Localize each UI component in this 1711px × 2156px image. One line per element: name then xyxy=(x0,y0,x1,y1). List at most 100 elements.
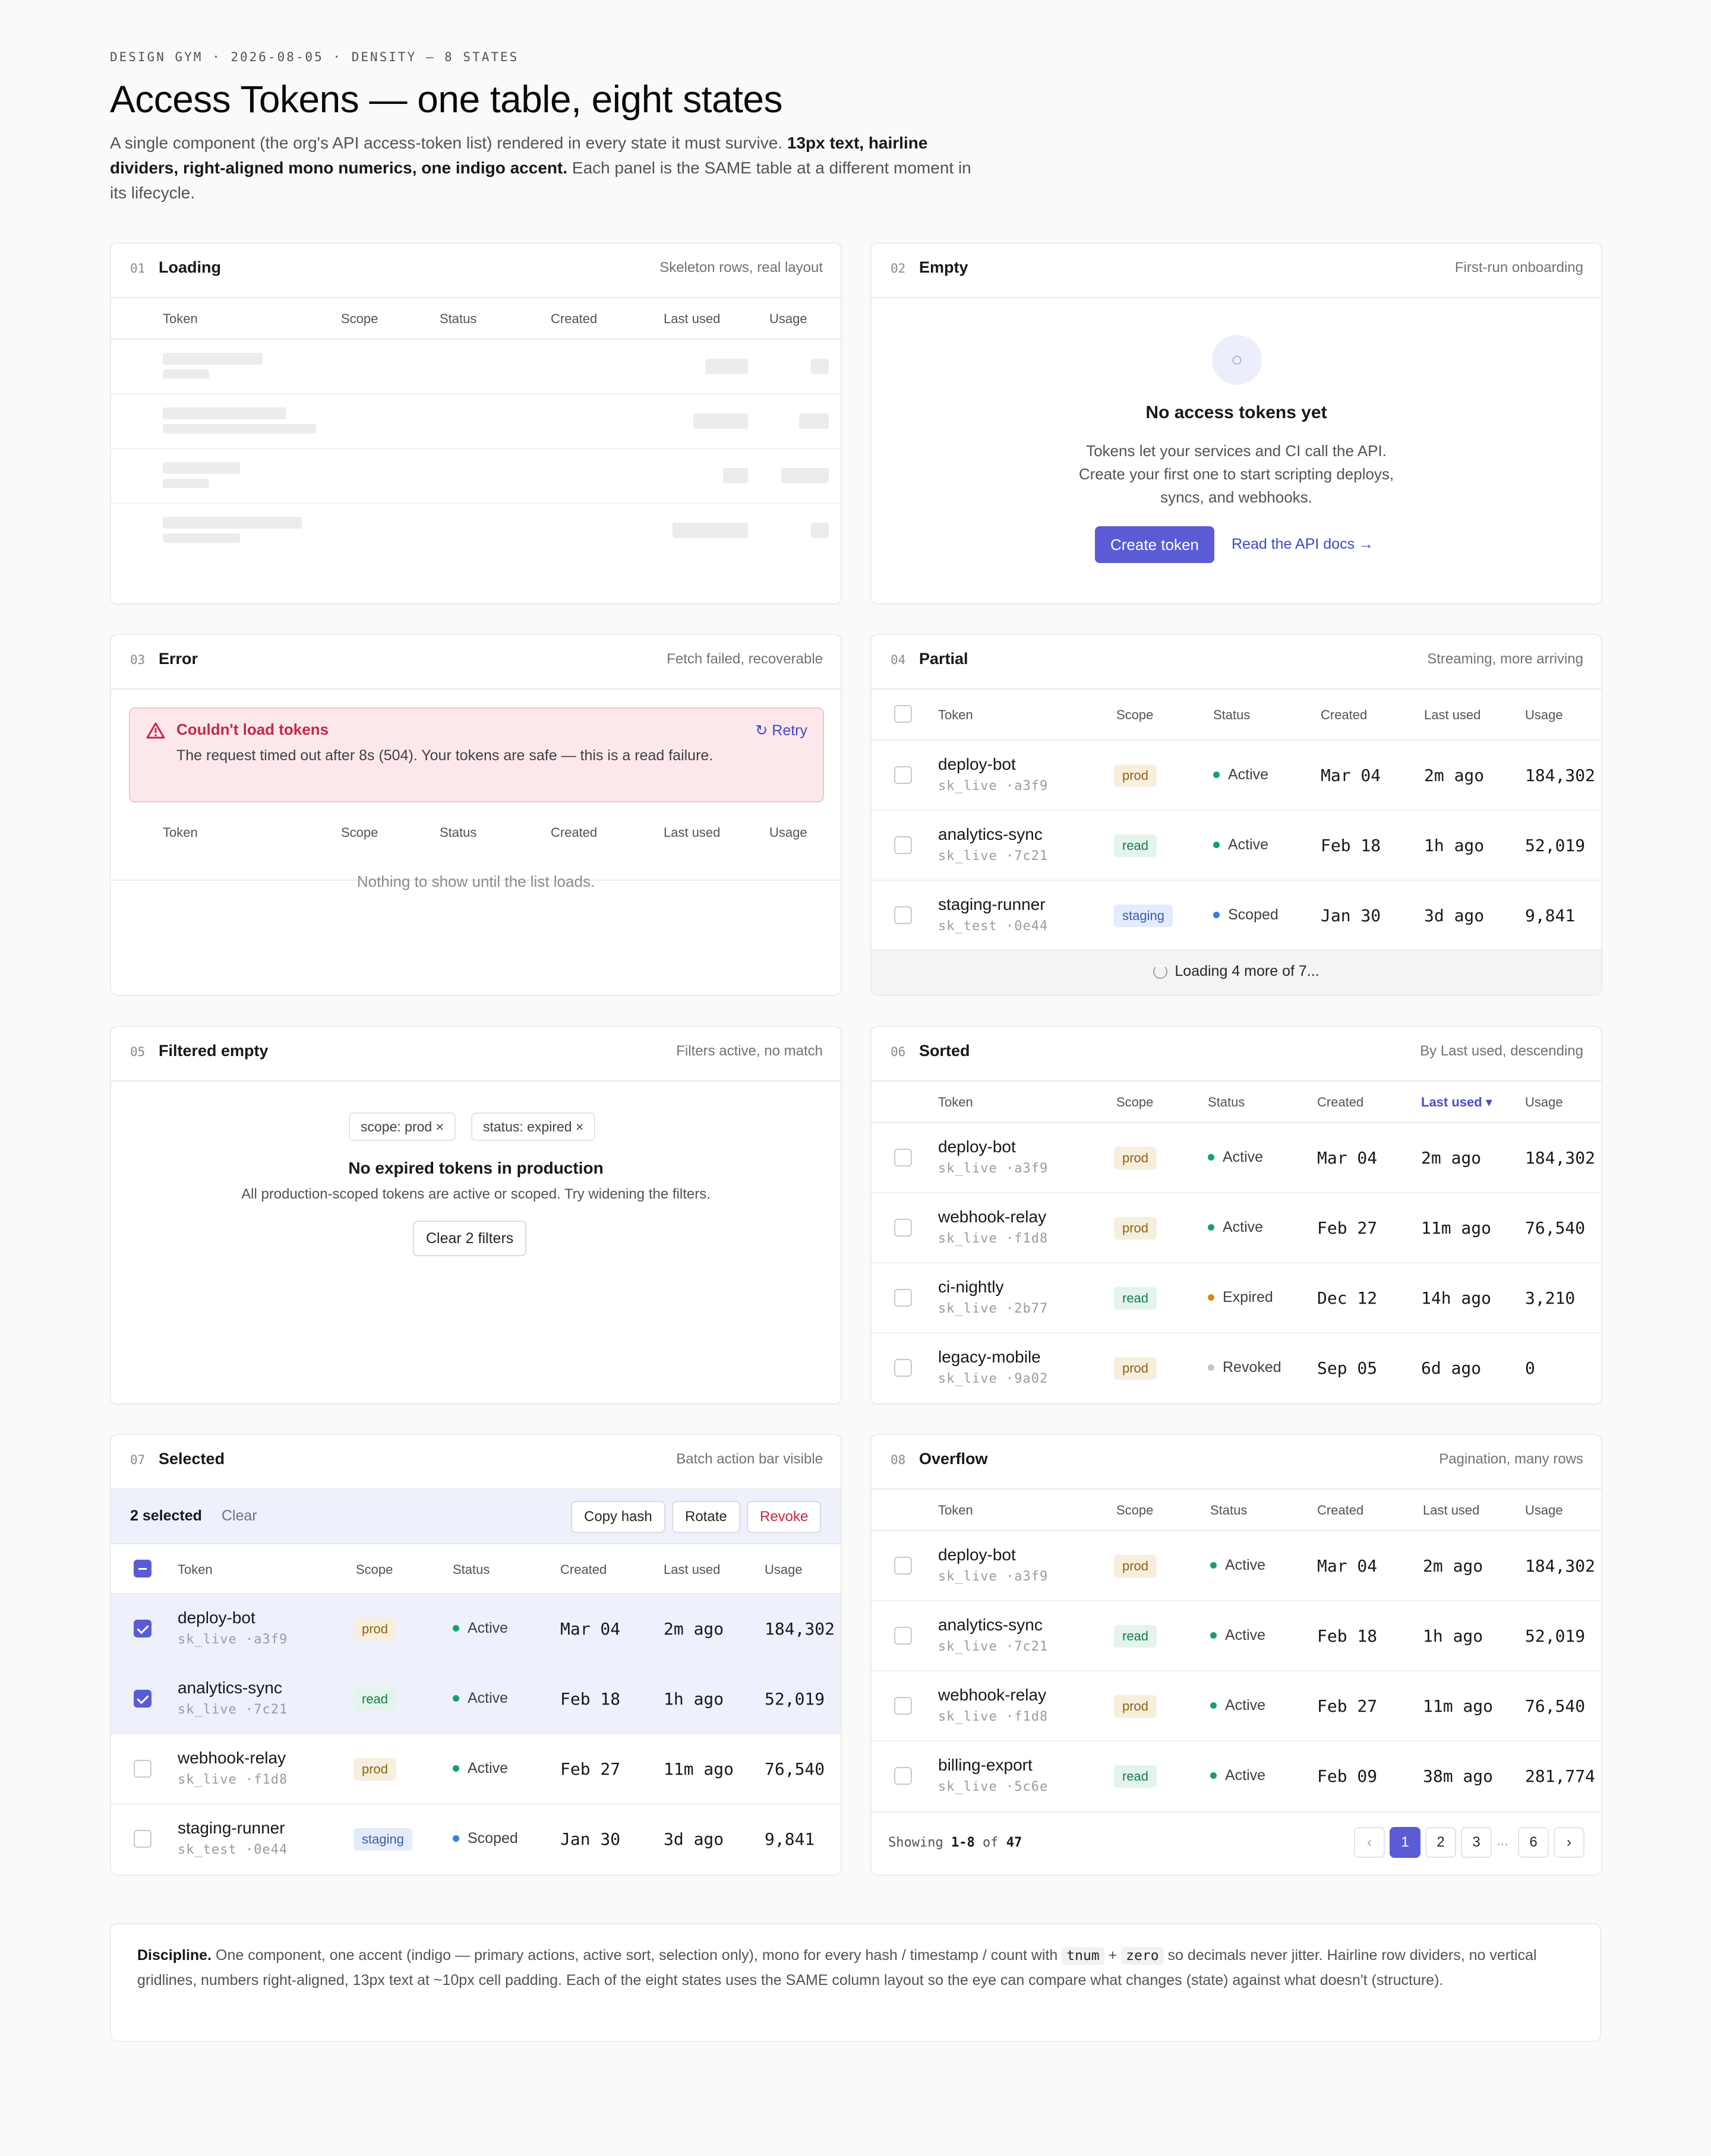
table-row[interactable]: deploy-bot sk_live ·a3f9 prod Active Mar 04 2… xyxy=(872,1123,1601,1193)
col-scope[interactable]: Scope xyxy=(341,311,378,327)
col-last-used[interactable]: Last used xyxy=(664,311,720,327)
col-last-used-sorted[interactable]: Last used ▾ xyxy=(1421,1095,1492,1110)
col-created[interactable]: Created xyxy=(560,1562,607,1578)
table-row[interactable]: webhook-relay sk_live ·f1d8 prod Active Feb … xyxy=(872,1193,1601,1263)
col-scope[interactable]: Scope xyxy=(356,1562,393,1578)
table-row[interactable]: legacy-mobile sk_live ·9a02 prod Revoked Sep… xyxy=(872,1333,1601,1403)
token-name[interactable]: ci-nightly xyxy=(938,1278,1003,1297)
table-row[interactable]: analytics-sync sk_live ·7c21 read Active Feb… xyxy=(872,1601,1601,1671)
copy-hash-button[interactable]: Copy hash xyxy=(571,1501,665,1533)
token-name[interactable]: billing-export xyxy=(938,1756,1033,1775)
row-checkbox[interactable] xyxy=(894,836,912,854)
token-name[interactable]: deploy-bot xyxy=(178,1608,255,1627)
token-name[interactable]: analytics-sync xyxy=(938,825,1043,844)
col-scope[interactable]: Scope xyxy=(341,825,378,840)
row-checkbox[interactable] xyxy=(894,766,912,784)
col-usage[interactable]: Usage xyxy=(1525,1503,1563,1518)
row-checkbox[interactable] xyxy=(894,1359,912,1377)
col-last-used[interactable]: Last used xyxy=(664,1562,720,1578)
col-status[interactable]: Status xyxy=(440,825,476,840)
col-scope[interactable]: Scope xyxy=(1116,1503,1153,1518)
select-all-checkbox[interactable] xyxy=(134,1560,151,1578)
col-status[interactable]: Status xyxy=(440,311,476,327)
row-checkbox[interactable] xyxy=(894,1289,912,1307)
table-row[interactable]: deploy-bot sk_live ·a3f9 prod Active Mar 04 2… xyxy=(872,1531,1601,1601)
table-row[interactable]: staging-runner sk_test ·0e44 staging Scoped… xyxy=(111,1804,841,1874)
row-checkbox[interactable] xyxy=(894,1767,912,1785)
page-6-button[interactable]: 6 xyxy=(1518,1827,1549,1858)
retry-button[interactable]: ↻ Retry xyxy=(755,722,807,739)
token-name[interactable]: legacy-mobile xyxy=(938,1348,1041,1367)
row-checkbox[interactable] xyxy=(134,1760,151,1778)
filter-chip-scope[interactable]: scope: prod × xyxy=(349,1112,456,1141)
col-token[interactable]: Token xyxy=(163,311,198,327)
col-last-used[interactable]: Last used xyxy=(1423,1503,1479,1518)
token-name[interactable]: webhook-relay xyxy=(938,1207,1046,1226)
table-row[interactable]: ci-nightly sk_live ·2b77 read Expired Dec 12… xyxy=(872,1263,1601,1333)
table-row[interactable]: staging-runner sk_test ·0e44 staging Scoped… xyxy=(872,881,1601,951)
create-token-button[interactable]: Create token xyxy=(1095,526,1214,563)
clear-filters-button[interactable]: Clear 2 filters xyxy=(413,1221,527,1256)
token-name[interactable]: webhook-relay xyxy=(178,1749,286,1768)
table-row[interactable]: webhook-relay sk_live ·f1d8 prod Active Feb … xyxy=(111,1734,841,1804)
token-name[interactable]: deploy-bot xyxy=(938,1545,1016,1564)
table-row[interactable]: analytics-sync sk_live ·7c21 read Active Feb… xyxy=(111,1664,841,1734)
col-scope[interactable]: Scope xyxy=(1116,1095,1153,1110)
col-created[interactable]: Created xyxy=(551,311,597,327)
col-usage[interactable]: Usage xyxy=(769,825,807,840)
col-last-used[interactable]: Last used xyxy=(1424,707,1480,723)
row-checkbox[interactable] xyxy=(894,906,912,924)
panel-title: Loading xyxy=(159,258,221,276)
row-checkbox[interactable] xyxy=(894,1697,912,1715)
col-status[interactable]: Status xyxy=(1208,1095,1245,1110)
row-checkbox[interactable] xyxy=(894,1149,912,1166)
row-checkbox[interactable] xyxy=(894,1219,912,1237)
col-usage[interactable]: Usage xyxy=(769,311,807,327)
api-docs-link[interactable]: Read the API docs → xyxy=(1232,536,1374,553)
col-created[interactable]: Created xyxy=(1317,1095,1363,1110)
col-usage[interactable]: Usage xyxy=(765,1562,803,1578)
col-created[interactable]: Created xyxy=(1317,1503,1363,1518)
prev-page-button[interactable]: ‹ xyxy=(1354,1827,1385,1858)
row-checkbox[interactable] xyxy=(134,1620,151,1637)
table-row[interactable]: webhook-relay sk_live ·f1d8 prod Active Feb … xyxy=(872,1671,1601,1741)
table-row[interactable]: deploy-bot sk_live ·a3f9 prod Active Mar 04 2… xyxy=(872,741,1601,811)
rotate-button[interactable]: Rotate xyxy=(672,1501,740,1533)
row-checkbox[interactable] xyxy=(134,1830,151,1848)
col-token[interactable]: Token xyxy=(163,825,198,840)
row-checkbox[interactable] xyxy=(894,1627,912,1645)
token-name[interactable]: staging-runner xyxy=(178,1819,285,1838)
page-3-button[interactable]: 3 xyxy=(1461,1827,1492,1858)
col-last-used[interactable]: Last used xyxy=(664,825,720,840)
col-status[interactable]: Status xyxy=(1210,1503,1247,1518)
token-name[interactable]: analytics-sync xyxy=(938,1616,1043,1635)
select-all-checkbox[interactable] xyxy=(894,705,912,723)
page-1-button[interactable]: 1 xyxy=(1390,1827,1420,1858)
token-name[interactable]: staging-runner xyxy=(938,895,1046,914)
col-token[interactable]: Token xyxy=(938,1095,973,1110)
clear-selection-button[interactable]: Clear xyxy=(222,1507,257,1525)
row-checkbox[interactable] xyxy=(894,1557,912,1575)
token-name[interactable]: analytics-sync xyxy=(178,1678,282,1697)
filter-chip-status[interactable]: status: expired × xyxy=(471,1112,596,1141)
revoke-button[interactable]: Revoke xyxy=(747,1501,822,1533)
token-name[interactable]: deploy-bot xyxy=(938,755,1016,774)
col-created[interactable]: Created xyxy=(1321,707,1367,723)
next-page-button[interactable]: › xyxy=(1554,1827,1584,1858)
col-created[interactable]: Created xyxy=(551,825,597,840)
col-token[interactable]: Token xyxy=(178,1562,213,1578)
col-usage[interactable]: Usage xyxy=(1525,707,1563,723)
table-row[interactable]: deploy-bot sk_live ·a3f9 prod Active Mar 04 2… xyxy=(111,1594,841,1664)
col-status[interactable]: Status xyxy=(1213,707,1250,723)
token-name[interactable]: webhook-relay xyxy=(938,1686,1046,1705)
row-checkbox[interactable] xyxy=(134,1690,151,1708)
col-status[interactable]: Status xyxy=(453,1562,490,1578)
table-row[interactable]: analytics-sync sk_live ·7c21 read Active Feb… xyxy=(872,811,1601,881)
col-token[interactable]: Token xyxy=(938,1503,973,1518)
col-scope[interactable]: Scope xyxy=(1116,707,1153,723)
col-token[interactable]: Token xyxy=(938,707,973,723)
token-name[interactable]: deploy-bot xyxy=(938,1137,1016,1156)
col-usage[interactable]: Usage xyxy=(1525,1095,1563,1110)
table-row[interactable]: billing-export sk_live ·5c6e read Active Feb… xyxy=(872,1741,1601,1812)
page-2-button[interactable]: 2 xyxy=(1425,1827,1456,1858)
